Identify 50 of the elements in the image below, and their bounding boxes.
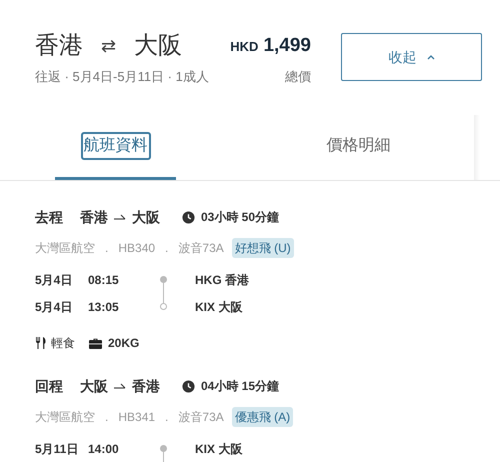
fare-class-badge: 好想飛 (U) [232, 238, 294, 258]
price-amount: 1,499 [263, 34, 311, 58]
stop-date: 5月4日 [35, 298, 74, 316]
airport-name: KIX 大阪 [195, 440, 242, 458]
airport-name: KIX 大阪 [195, 298, 242, 316]
meal-label: 輕食 [51, 335, 75, 352]
airline-name: 大灣區航空 [35, 409, 95, 426]
total-price-label: 總價 [285, 68, 311, 86]
tab[interactable]: 航班資料 [55, 115, 176, 180]
separator-dot: . [165, 240, 168, 257]
stop-date: 5月4日 [35, 272, 74, 288]
separator-dot: . [165, 409, 168, 426]
suitcase-icon [89, 338, 102, 348]
from-city: 香港 [80, 208, 108, 226]
fare-class-badge: 優惠飛 (A) [232, 407, 294, 427]
stop-time: 08:15 [88, 272, 120, 288]
separator-dot: . [105, 409, 108, 426]
leg-label: 回程 [35, 376, 63, 396]
separator-dot: . [105, 240, 108, 257]
leg-label: 去程 [35, 208, 63, 226]
aircraft-type: 波音73A [178, 409, 224, 426]
tab-scroll-shadow [474, 115, 480, 180]
tab[interactable]: 價格明細 [298, 115, 419, 180]
flight-duration: 03小時 50分鐘 [201, 209, 280, 226]
timeline-line [163, 282, 164, 304]
stop-date: 5月11日 [35, 440, 80, 458]
collapse-button[interactable]: 收起 [341, 33, 482, 81]
trip-summary: 往返 · 5月4日-5月11日 · 1成人 [35, 68, 209, 86]
flight-number: HB340 [118, 240, 156, 257]
flight-duration: 04小時 15分鐘 [201, 378, 280, 395]
baggage-allowance: 20KG [108, 335, 140, 352]
arrow-icon [114, 214, 126, 220]
arrow-icon [114, 383, 126, 389]
destination-city: 大阪 [134, 31, 182, 61]
airport-name: HKG 香港 [195, 272, 249, 288]
caret-icon [426, 54, 434, 60]
flight-number: HB341 [118, 409, 156, 426]
cutlery-icon [35, 337, 47, 349]
stop-time: 14:00 [88, 440, 120, 458]
clock-icon [182, 210, 195, 224]
origin-city: 香港 [35, 31, 83, 61]
airline-name: 大灣區航空 [35, 240, 95, 257]
swap-icon: ⇄ [101, 32, 116, 60]
clock-icon [182, 380, 195, 392]
aircraft-type: 波音73A [178, 240, 224, 257]
from-city: 大阪 [80, 376, 108, 396]
to-city: 大阪 [132, 208, 160, 226]
currency-label: HKD [230, 38, 258, 56]
to-city: 香港 [132, 376, 160, 396]
stop-time: 13:05 [88, 298, 120, 316]
